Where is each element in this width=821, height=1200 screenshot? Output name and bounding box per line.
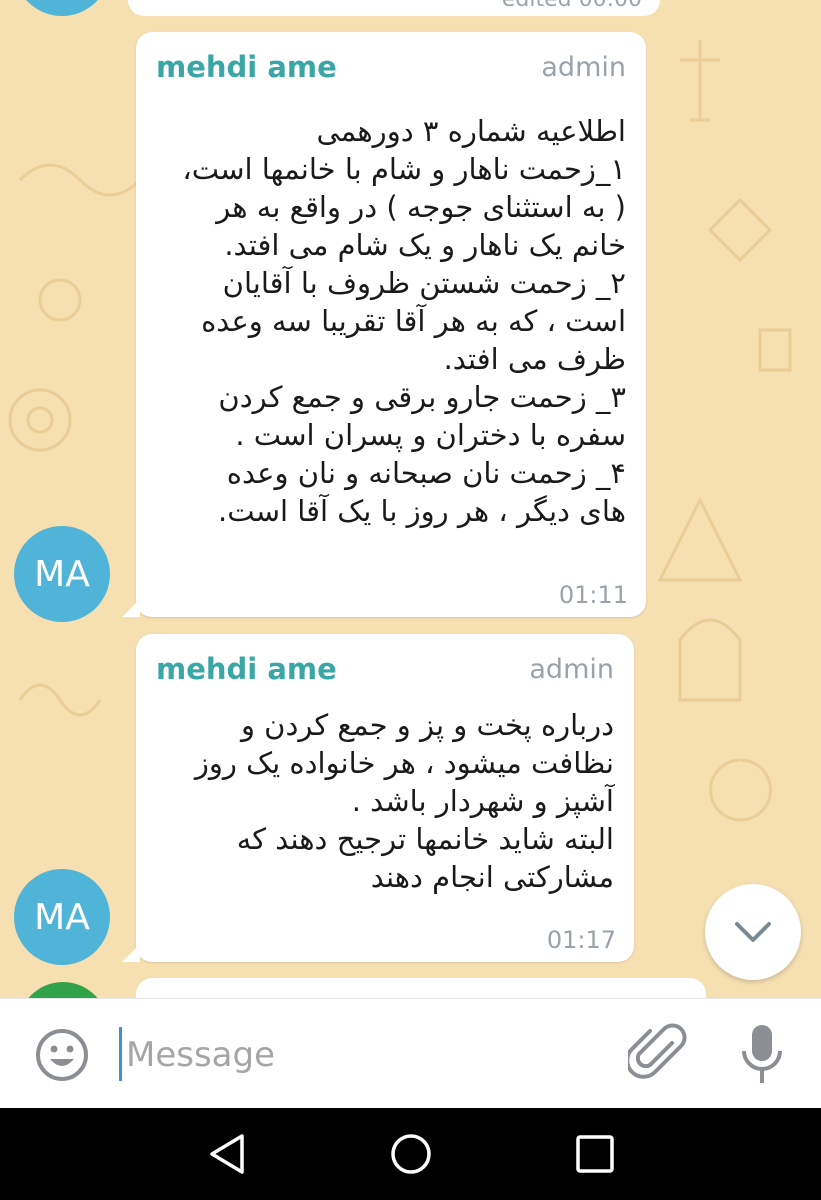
message-bubble[interactable]: mehdi ame admin درباره پخت و پز و جمع کر…	[122, 634, 634, 962]
sender-name[interactable]: mehdi ame	[156, 652, 337, 686]
sender-name[interactable]: mehdi ame	[156, 50, 337, 84]
message-text: اطلاعیه شماره ۳ دورهمی ۱_زحمت ناهار و شا…	[182, 114, 626, 528]
sender-role-badge: admin	[541, 52, 626, 83]
system-navigation-bar	[0, 1108, 821, 1200]
message-time: 01:11	[558, 581, 628, 609]
microphone-icon[interactable]	[738, 1023, 786, 1087]
square-recent-icon[interactable]	[574, 1133, 616, 1175]
message-status: edited 00:00	[502, 0, 642, 12]
scroll-down-button[interactable]	[705, 884, 801, 980]
bubble-tail	[122, 599, 140, 617]
message-composer	[0, 998, 821, 1109]
message-time: 01:17	[546, 926, 616, 954]
message-bubble-partial[interactable]: edited 00:00	[128, 0, 660, 16]
sender-avatar[interactable]: MA	[14, 526, 110, 622]
chat-area[interactable]: edited 00:00 mehdi ame admin اطلاعیه شما…	[0, 0, 821, 998]
smiley-icon[interactable]	[34, 1027, 90, 1083]
bubble-tail	[122, 944, 140, 962]
avatar-initials: MA	[34, 896, 90, 938]
message-bubble[interactable]: mehdi ame admin اطلاعیه شماره ۳ دورهمی ۱…	[122, 32, 646, 617]
message-text: درباره پخت و پز و جمع کردن و نظافت میشود…	[194, 708, 614, 894]
triangle-back-icon[interactable]	[206, 1132, 250, 1176]
sender-avatar[interactable]: MA	[14, 869, 110, 965]
message-input[interactable]	[124, 1019, 608, 1091]
sender-role-badge: admin	[529, 654, 614, 685]
circle-home-icon[interactable]	[389, 1132, 433, 1176]
avatar-initials: MA	[34, 553, 90, 595]
chevron-down-icon	[735, 922, 771, 942]
message-bubble-partial[interactable]	[136, 978, 706, 998]
paperclip-icon[interactable]	[628, 1023, 688, 1085]
text-cursor	[119, 1027, 122, 1081]
